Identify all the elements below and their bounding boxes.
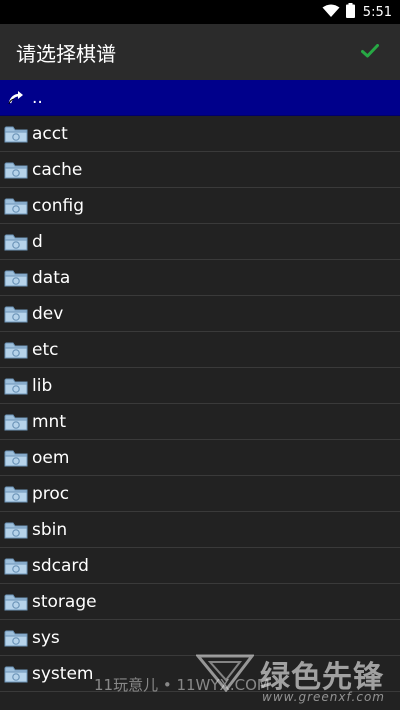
- folder-icon: [4, 303, 28, 325]
- folder-icon: [4, 267, 28, 289]
- folder-icon: [4, 555, 28, 577]
- status-bar: 5:51: [0, 0, 400, 24]
- folder-label: lib: [32, 375, 53, 396]
- folder-label: mnt: [32, 411, 66, 432]
- folder-item[interactable]: dev: [0, 296, 400, 332]
- folder-item[interactable]: proc: [0, 476, 400, 512]
- folder-label: data: [32, 267, 71, 288]
- folder-icon: [4, 627, 28, 649]
- folder-label: dev: [32, 303, 64, 324]
- folder-item[interactable]: cache: [0, 152, 400, 188]
- folder-label: cache: [32, 159, 83, 180]
- folder-item[interactable]: acct: [0, 116, 400, 152]
- folder-icon: [4, 591, 28, 613]
- folder-icon: [4, 195, 28, 217]
- folder-label: etc: [32, 339, 59, 360]
- folder-label: config: [32, 195, 85, 216]
- folder-label: d: [32, 231, 43, 252]
- folder-item[interactable]: etc: [0, 332, 400, 368]
- folder-item[interactable]: sbin: [0, 512, 400, 548]
- folder-label: oem: [32, 447, 70, 468]
- folder-label: sys: [32, 627, 60, 648]
- folder-icon: [4, 123, 28, 145]
- status-time: 5:51: [362, 4, 392, 20]
- watermark-url: www.greenxf.com: [262, 690, 385, 704]
- confirm-button[interactable]: [356, 38, 384, 66]
- folder-label: acct: [32, 123, 68, 144]
- battery-icon: [345, 2, 355, 22]
- app-bar: 请选择棋谱: [0, 24, 400, 80]
- folder-label: sdcard: [32, 555, 89, 576]
- folder-item[interactable]: data: [0, 260, 400, 296]
- folder-label: storage: [32, 591, 97, 612]
- watermark-logo-icon: [194, 652, 256, 696]
- folder-item[interactable]: storage: [0, 584, 400, 620]
- parent-directory-item[interactable]: ..: [0, 80, 400, 116]
- folder-icon: [4, 447, 28, 469]
- checkmark-icon: [361, 43, 379, 62]
- folder-icon: [4, 411, 28, 433]
- parent-directory-label: ..: [32, 87, 43, 108]
- folder-item[interactable]: config: [0, 188, 400, 224]
- folder-item[interactable]: oem: [0, 440, 400, 476]
- folder-icon: [4, 663, 28, 685]
- folder-label: proc: [32, 483, 70, 504]
- back-arrow-icon: [4, 87, 28, 109]
- wifi-icon: [322, 3, 340, 22]
- folder-item[interactable]: lib: [0, 368, 400, 404]
- folder-label: sbin: [32, 519, 68, 540]
- folder-label: system: [32, 663, 94, 684]
- folder-icon: [4, 159, 28, 181]
- folder-icon: [4, 231, 28, 253]
- page-title: 请选择棋谱: [16, 41, 116, 66]
- folder-icon: [4, 375, 28, 397]
- folder-item[interactable]: d: [0, 224, 400, 260]
- folder-item[interactable]: mnt: [0, 404, 400, 440]
- folder-icon: [4, 339, 28, 361]
- folder-icon: [4, 483, 28, 505]
- file-list: .. acct cache config d data dev etc lib mnt oem pr…: [0, 80, 400, 710]
- folder-item[interactable]: sys: [0, 620, 400, 656]
- folder-icon: [4, 519, 28, 541]
- folder-item[interactable]: sdcard: [0, 548, 400, 584]
